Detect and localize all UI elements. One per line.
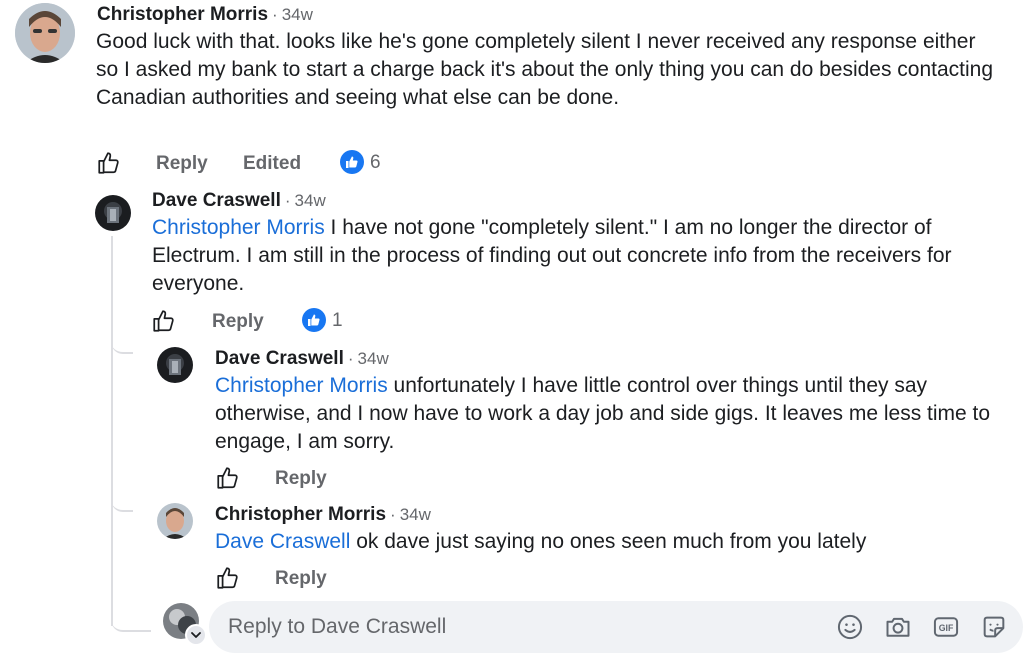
author-name[interactable]: Christopher Morris [97, 4, 268, 25]
comment-text: Christopher Morris I have not gone "comp… [152, 214, 1012, 298]
camera-icon[interactable] [884, 613, 912, 641]
thread-connector [111, 300, 133, 354]
reply-button[interactable]: Reply [156, 153, 208, 175]
separator: · [347, 349, 354, 368]
reply-button[interactable]: Reply [212, 311, 264, 333]
avatar[interactable] [95, 195, 131, 231]
emoji-icon[interactable] [836, 613, 864, 641]
author-name[interactable]: Dave Craswell [215, 348, 344, 369]
like-icon[interactable] [215, 565, 241, 591]
timestamp[interactable]: 34w [282, 5, 313, 24]
separator: · [390, 505, 396, 524]
author-name[interactable]: Christopher Morris [215, 504, 386, 525]
like-reaction-icon[interactable] [340, 150, 364, 174]
like-icon[interactable] [151, 308, 177, 334]
thread-connector [111, 458, 133, 512]
chevron-down-icon [191, 632, 201, 638]
comment-text: Christopher Morris unfortunately I have … [215, 372, 1005, 456]
like-reaction-icon[interactable] [302, 308, 326, 332]
thread-line [111, 236, 113, 626]
gif-label: GIF [939, 623, 954, 633]
avatar[interactable] [15, 3, 75, 63]
author-name[interactable]: Dave Craswell [152, 190, 281, 211]
timestamp[interactable]: 34w [358, 349, 389, 368]
comment-header: Dave Craswell · 34w [215, 348, 389, 370]
comment-header: Christopher Morris · 34w [97, 4, 313, 26]
comment-text: Dave Craswell ok dave just saying no one… [215, 528, 1015, 556]
like-icon[interactable] [215, 465, 241, 491]
mention-link[interactable]: Dave Craswell [215, 530, 350, 553]
like-icon[interactable] [96, 150, 122, 176]
reaction-count[interactable]: 6 [370, 152, 381, 174]
comment-body: ok dave just saying no ones seen much fr… [350, 530, 867, 553]
edited-label[interactable]: Edited [243, 153, 301, 175]
reply-composer: GIF [209, 601, 1023, 653]
gif-icon[interactable]: GIF [932, 613, 960, 641]
reaction-count[interactable]: 1 [332, 310, 343, 332]
separator: · [284, 191, 291, 210]
mention-link[interactable]: Christopher Morris [215, 374, 388, 397]
separator: · [272, 5, 278, 24]
reply-input[interactable] [209, 601, 788, 653]
avatar[interactable] [157, 503, 193, 539]
profile-photo [157, 503, 193, 539]
avatar[interactable] [157, 347, 193, 383]
sticker-icon[interactable] [980, 613, 1008, 641]
reply-button[interactable]: Reply [275, 568, 327, 590]
reply-button[interactable]: Reply [275, 468, 327, 490]
mention-link[interactable]: Christopher Morris [152, 216, 325, 239]
timestamp[interactable]: 34w [295, 191, 326, 210]
profile-photo [157, 347, 193, 383]
thread-connector [111, 578, 151, 632]
account-switcher[interactable] [185, 624, 207, 646]
comment-text: Good luck with that. looks like he's gon… [96, 30, 994, 109]
profile-photo [15, 3, 75, 63]
comment-header: Christopher Morris · 34w [215, 504, 431, 526]
comment-header: Dave Craswell · 34w [152, 190, 326, 212]
profile-photo [95, 195, 131, 231]
timestamp[interactable]: 34w [400, 505, 431, 524]
